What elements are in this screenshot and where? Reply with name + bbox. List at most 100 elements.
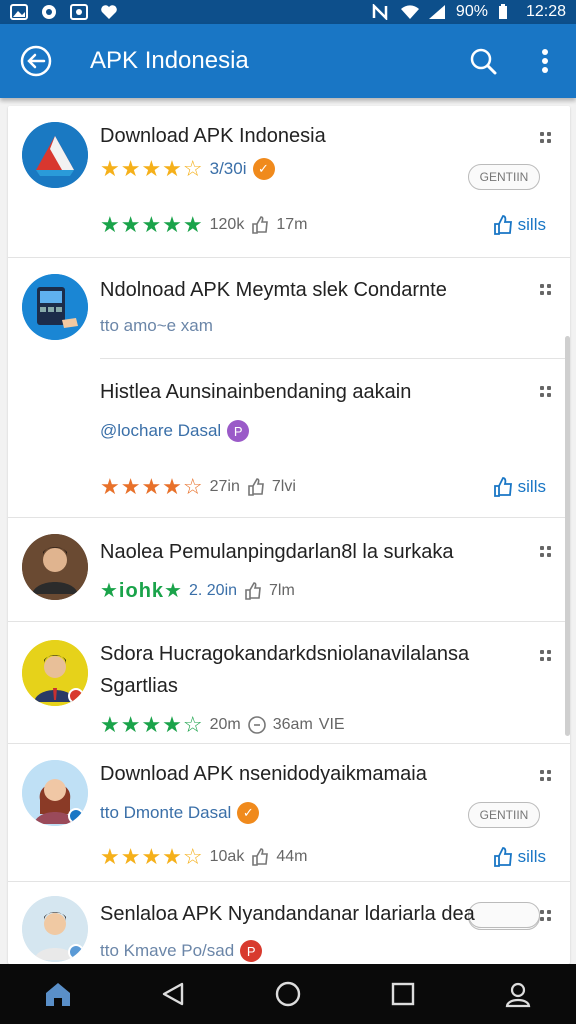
battery-icon: [498, 4, 516, 20]
heart-notification-icon: [100, 4, 118, 20]
stats-row: ★iohk★ 2. 20in 7lm: [100, 578, 295, 603]
developer-row: tto Dmonte Dasal ✓: [100, 802, 260, 824]
battery-percentage: 90%: [455, 3, 488, 20]
app-name: Histlea Aunsinainbendaning aakain: [100, 381, 412, 403]
rating-row: ★★★★☆ 3/30i ✓: [100, 156, 275, 182]
like-label: sills: [517, 847, 546, 866]
page-title: APK Indonesia: [90, 47, 249, 74]
app-name: Download APK Indonesia: [100, 125, 326, 147]
like-count: 7lvi: [271, 478, 296, 495]
app-name: Download APK nsenidodyaikmamaia: [100, 763, 427, 785]
developer-badge-icon: ✓: [237, 802, 260, 824]
review-count: 120k: [209, 216, 245, 233]
list-item[interactable]: Sdora Hucragokandarkdsniolanavilalansa S…: [8, 622, 570, 744]
app-subtitle: tto amo~e xam: [100, 316, 213, 335]
app-list[interactable]: Download APK Indonesia ★★★★☆ 3/30i ✓ GEN…: [8, 106, 570, 964]
stats-row: ★★★★☆ 20m 36am VIE: [100, 712, 345, 738]
comment-icon: [247, 716, 266, 734]
drag-handle-icon[interactable]: [538, 282, 554, 298]
stats-row: ★★★★★ 120k 17m: [100, 212, 307, 238]
app-name: Senlaloa APK Nyandandanar ldariarla dea: [100, 903, 475, 925]
thumb-outline-icon: [248, 478, 264, 496]
get-button[interactable]: GENTIIN: [468, 802, 540, 828]
like-label: sills: [517, 477, 546, 496]
search-icon: [470, 48, 497, 75]
avatar: [22, 640, 88, 706]
thumb-outline-icon: [252, 216, 269, 234]
review-stars: ★★★★☆: [100, 712, 204, 737]
nav-back-button[interactable]: [115, 964, 230, 1024]
search-button[interactable]: [452, 24, 514, 98]
like-button[interactable]: sills: [492, 214, 546, 236]
like-button[interactable]: sills: [492, 476, 546, 498]
list-item[interactable]: Download APK nsenidodyaikmamaia tto Dmon…: [8, 744, 570, 930]
nfc-icon: [372, 2, 390, 22]
nav-recents-icon: [392, 982, 415, 1006]
thumb-outline-icon: [245, 581, 261, 600]
like-button[interactable]: sills: [492, 846, 546, 868]
thumb-outline-icon: [252, 848, 269, 866]
drag-handle-icon[interactable]: [538, 544, 554, 560]
list-item[interactable]: Senlaloa APK Nyandandanar ldariarla dea …: [8, 882, 570, 964]
back-arrow-icon: [20, 45, 52, 77]
like-count: 44m: [276, 848, 308, 865]
review-count: 2. 20in: [188, 581, 238, 599]
app-icon: [22, 122, 88, 188]
thumb-up-icon: [493, 477, 512, 497]
list-item[interactable]: Download APK Indonesia ★★★★☆ 3/30i ✓ GEN…: [8, 106, 570, 258]
drag-handle-icon[interactable]: [538, 648, 554, 664]
developer-badge-icon: P: [227, 420, 250, 442]
review-stars: ★★★★☆: [100, 474, 204, 499]
list-item[interactable]: Ndolnoad APK Meymta slek Condarnte tto a…: [8, 258, 570, 358]
app-icon: [22, 274, 88, 340]
drag-handle-icon[interactable]: [538, 130, 554, 146]
nav-home-button[interactable]: [230, 964, 345, 1024]
list-item[interactable]: Histlea Aunsinainbendaning aakain @locha…: [8, 358, 570, 518]
like-count: 7lm: [269, 581, 295, 599]
avatar: [22, 896, 88, 962]
nav-profile-button[interactable]: [461, 964, 576, 1024]
clock: 12:28: [525, 3, 566, 20]
signal-icon: [428, 4, 446, 20]
review-count: 10ak: [209, 848, 245, 865]
developer-name: tto Kmave Po/sad: [100, 941, 235, 960]
home-tab-button[interactable]: [0, 964, 115, 1024]
developer-row: @lochare Dasal P: [100, 420, 250, 442]
back-button[interactable]: [0, 24, 72, 98]
gallery-notification-icon: [70, 4, 88, 20]
list-item[interactable]: Naolea Pemulanpingdarlan8l la surkaka ★i…: [8, 518, 570, 622]
drag-handle-icon[interactable]: [538, 908, 554, 924]
review-stars: ★★★★★: [100, 212, 204, 237]
developer-row: tto Kmave Po/sad P: [100, 940, 263, 962]
app-name: Naolea Pemulanpingdarlan8l la surkaka: [100, 541, 454, 563]
review-count: 20m: [209, 716, 241, 733]
wifi-icon: [400, 4, 419, 20]
more-vert-icon: [542, 49, 548, 73]
status-bar: 90% 12:28: [0, 0, 576, 24]
thumb-up-icon: [493, 847, 512, 867]
review-stars: ★★★★☆: [100, 844, 204, 869]
record-notification-icon: [40, 4, 58, 20]
stats-row: ★★★★☆ 10ak 44m: [100, 844, 307, 870]
rating-stars: ★★★★☆: [100, 156, 204, 181]
overflow-menu-button[interactable]: [514, 24, 576, 98]
profile-icon: [506, 982, 531, 1008]
review-stars: ★iohk★: [100, 580, 183, 602]
stats-row: ★★★★☆ 27in 7lvi: [100, 474, 296, 500]
drag-handle-icon[interactable]: [538, 768, 554, 784]
developer-name: @lochare Dasal: [100, 421, 222, 440]
get-button[interactable]: GENTIIN: [468, 164, 540, 190]
like-count: 17m: [276, 216, 308, 233]
app-bar: APK Indonesia: [0, 24, 576, 98]
thumb-up-icon: [493, 215, 512, 235]
nav-home-circle-icon: [275, 981, 301, 1007]
nav-recents-button[interactable]: [346, 964, 461, 1024]
scrollbar[interactable]: [565, 336, 570, 736]
comment-count: 36am: [272, 716, 313, 733]
avatar: [22, 760, 88, 826]
nav-back-icon: [162, 982, 183, 1006]
system-nav-bar: [0, 964, 576, 1024]
avatar: [22, 534, 88, 600]
drag-handle-icon[interactable]: [538, 384, 554, 400]
like-label: sills: [517, 215, 546, 234]
